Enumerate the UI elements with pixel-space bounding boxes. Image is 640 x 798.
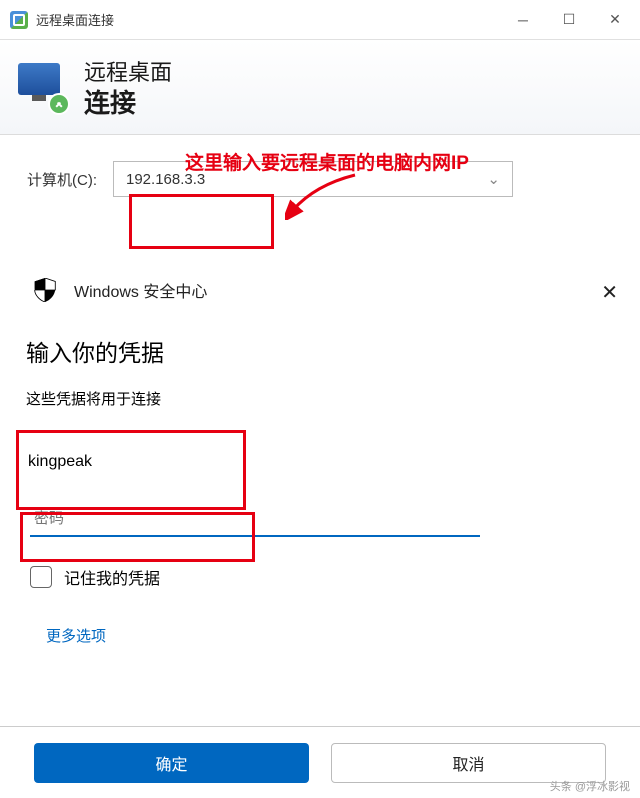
window-title: 远程桌面连接 (36, 10, 500, 29)
more-options-link[interactable]: 更多选项 (46, 625, 614, 646)
minimize-button[interactable]: ─ (500, 0, 546, 40)
highlight-box-ip (129, 194, 274, 249)
shield-icon (34, 278, 56, 302)
title-bar: 远程桌面连接 ─ ☐ ✕ (0, 0, 640, 40)
maximize-button[interactable]: ☐ (546, 0, 592, 40)
highlight-box-username (16, 430, 246, 510)
watermark: 头条 @浮冰影视 (550, 778, 630, 794)
close-button[interactable]: ✕ (592, 0, 638, 40)
ok-button[interactable]: 确定 (34, 743, 309, 783)
credentials-heading: 输入你的凭据 (26, 334, 614, 368)
security-center-label: Windows 安全中心 (74, 278, 207, 302)
dialog-buttons: 确定 取消 (0, 726, 640, 798)
cancel-button[interactable]: 取消 (331, 743, 606, 783)
close-icon[interactable]: ✕ (601, 280, 618, 305)
rdc-header-icon (18, 63, 66, 111)
header-line1: 远程桌面 (84, 55, 172, 87)
header-banner: 远程桌面 连接 (0, 40, 640, 135)
remember-checkbox[interactable] (30, 566, 52, 588)
arrow-icon (285, 170, 365, 220)
computer-label: 计算机(C): (2, 169, 97, 190)
remember-label: 记住我的凭据 (64, 565, 160, 589)
credentials-subtext: 这些凭据将用于连接 (26, 388, 614, 409)
header-line2: 连接 (84, 83, 172, 120)
highlight-box-password (20, 512, 255, 562)
chevron-down-icon: ⌄ (487, 170, 500, 188)
rdc-app-icon (10, 11, 28, 29)
